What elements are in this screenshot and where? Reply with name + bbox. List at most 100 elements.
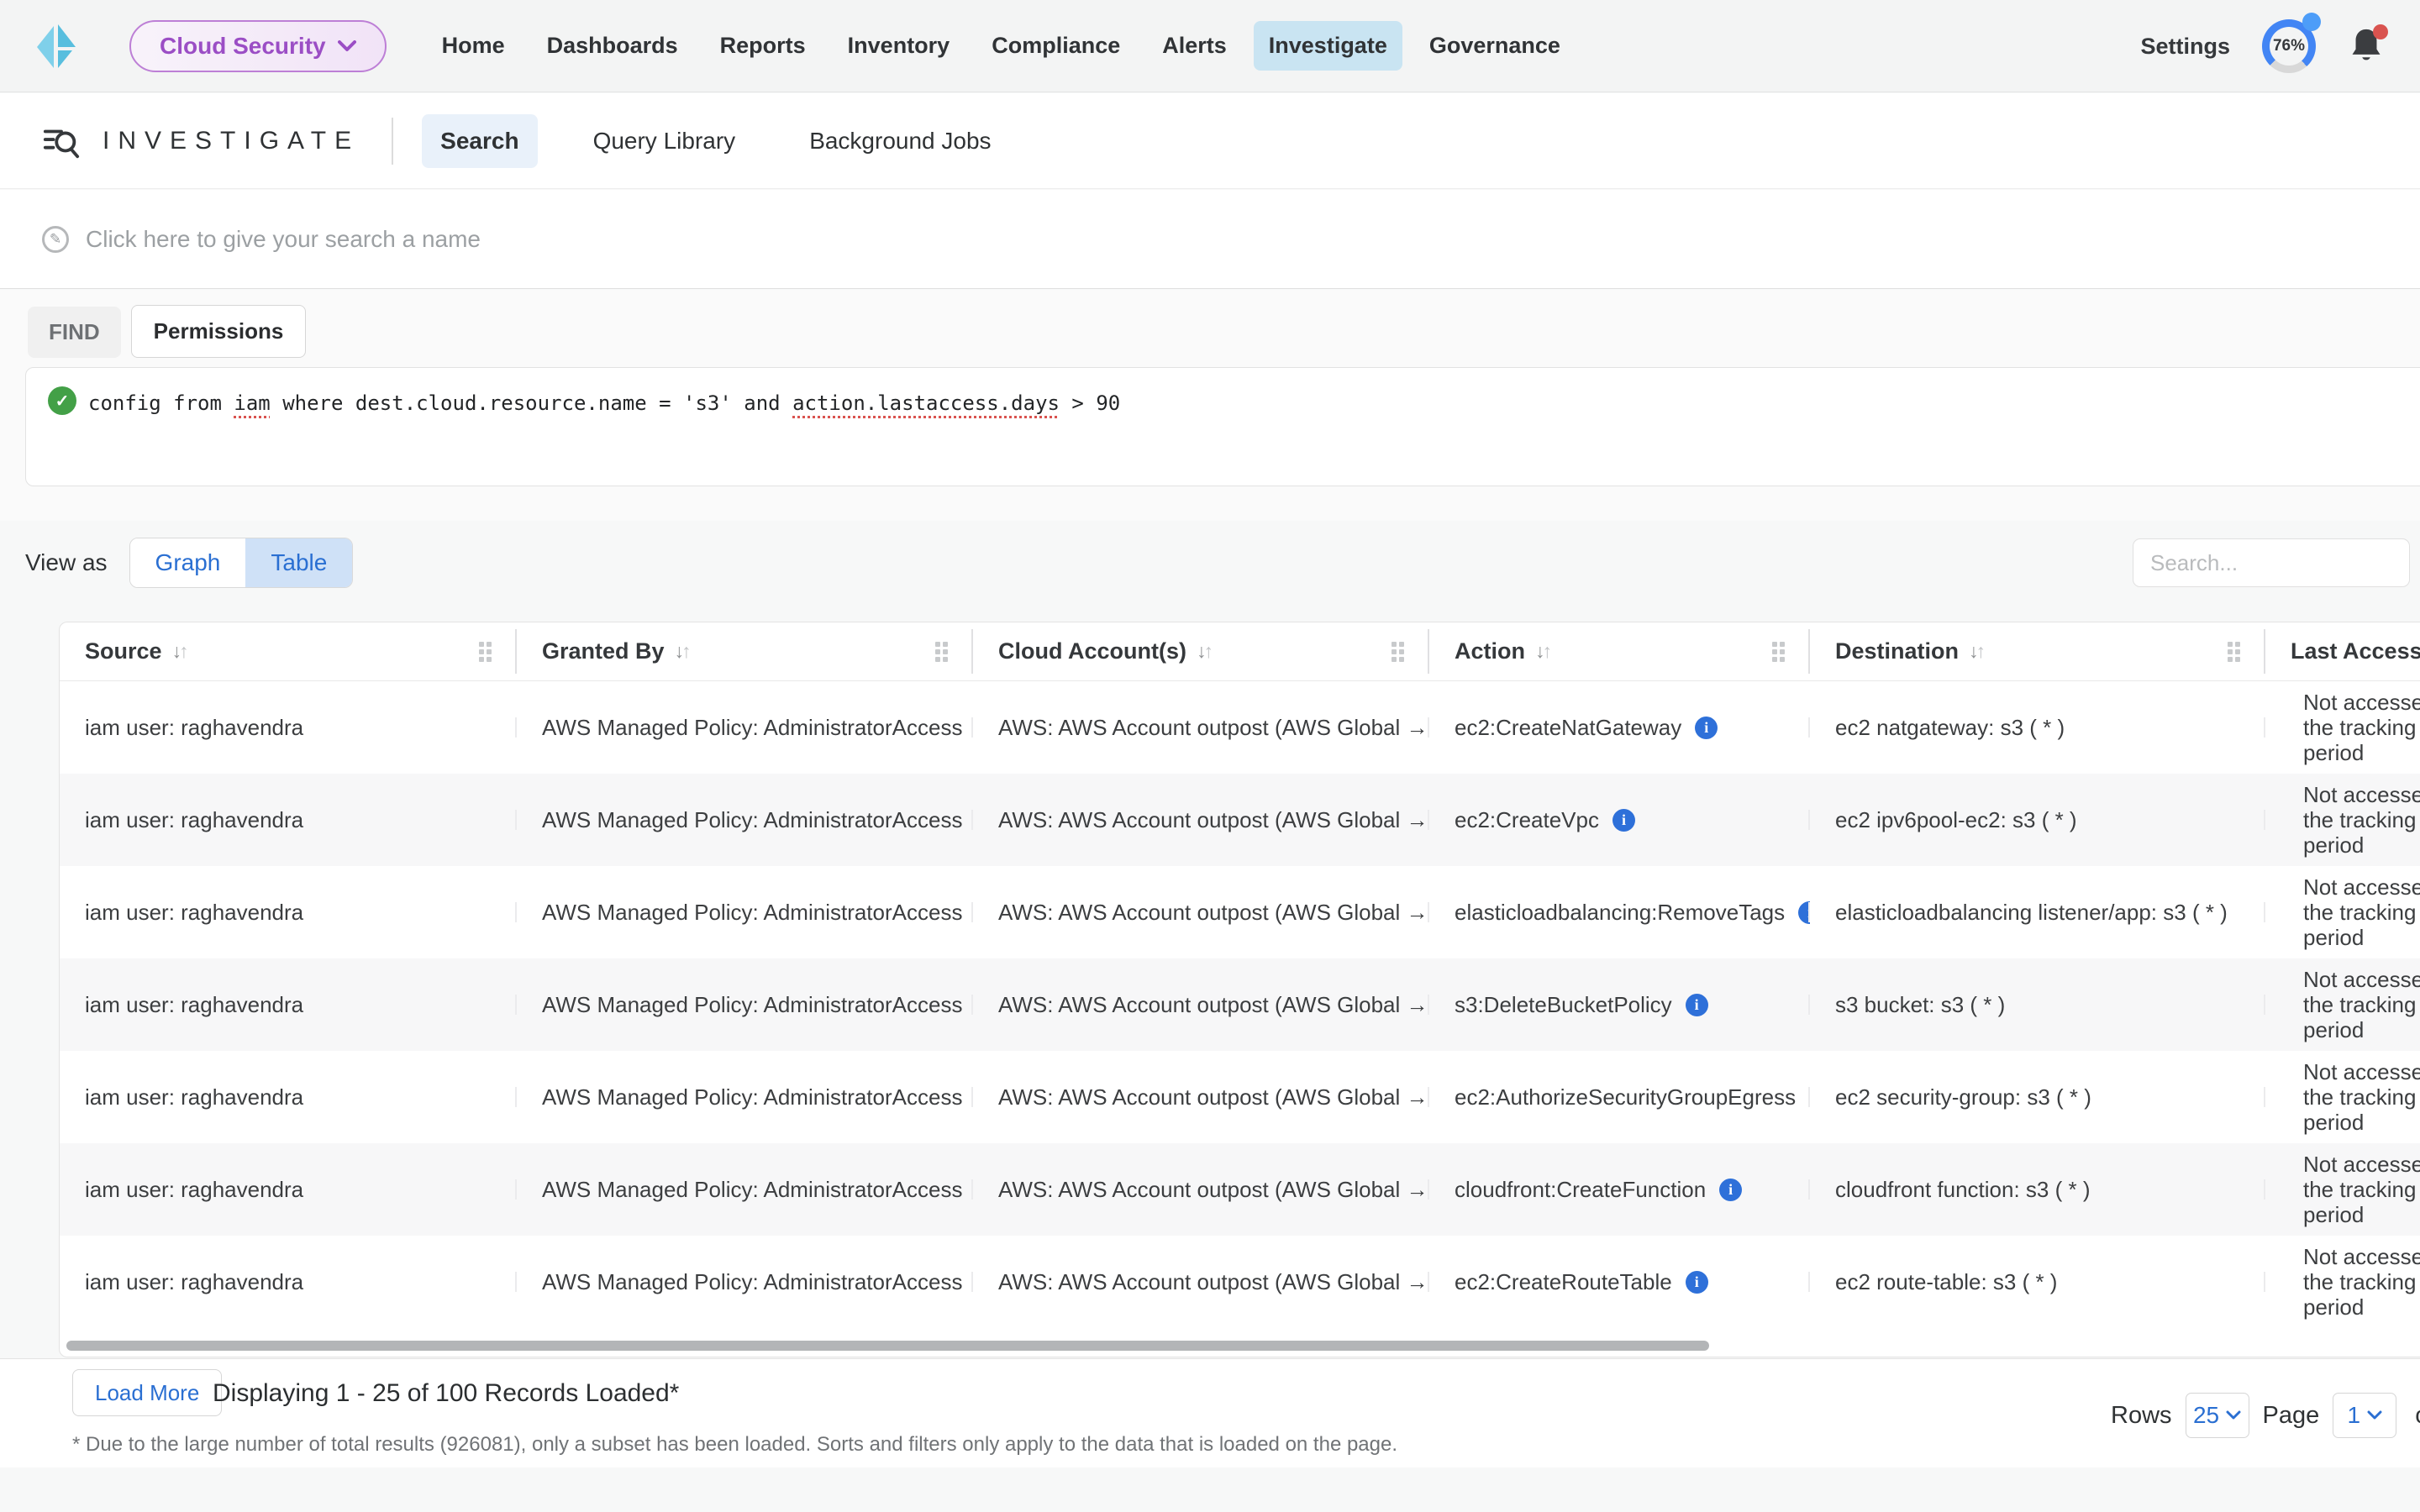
cell-text: AWS: AWS Account outpost (AWS Global → A…	[998, 992, 1429, 1018]
cell-last-access: Not accessed in the tracking period	[2265, 1152, 2420, 1227]
cell-text: ec2:CreateVpc	[1455, 807, 1599, 833]
column-drag-handle[interactable]	[1772, 642, 1785, 662]
table-row[interactable]: iam user: raghavendraAWS Managed Policy:…	[60, 866, 2420, 958]
column-label[interactable]: Cloud Account(s)	[998, 638, 1186, 664]
cell-text: ec2:CreateNatGateway	[1455, 715, 1681, 741]
load-more-button[interactable]: Load More	[72, 1369, 222, 1416]
cell-granted-by: AWS Managed Policy: AdministratorAccess	[517, 807, 973, 833]
main-nav: HomeDashboardsReportsInventoryCompliance…	[427, 21, 1576, 71]
investigate-tab-query-library[interactable]: Query Library	[575, 114, 755, 168]
query-editor[interactable]: ✓ config from iam where dest.cloud.resou…	[25, 367, 2420, 486]
table-row[interactable]: iam user: raghavendraAWS Managed Policy:…	[60, 1143, 2420, 1236]
info-icon[interactable]: i	[1686, 994, 1708, 1016]
page-select[interactable]: 1	[2333, 1393, 2396, 1438]
cell-action: cloudfront:CreateFunctioni	[1429, 1177, 1810, 1203]
query-tab-find[interactable]: FIND	[28, 307, 121, 358]
sort-icon[interactable]: ↓↑	[1535, 640, 1549, 663]
nav-item-inventory[interactable]: Inventory	[833, 21, 965, 71]
info-icon[interactable]: i	[1719, 1179, 1742, 1201]
page-value: 1	[2347, 1402, 2360, 1429]
column-label[interactable]: Source	[85, 638, 162, 664]
info-icon[interactable]: i	[1686, 1271, 1708, 1294]
cell-text: ec2:AuthorizeSecurityGroupEgress	[1455, 1084, 1796, 1110]
view-option-table[interactable]: Table	[245, 538, 352, 587]
cell-text: AWS: AWS Account outpost (AWS Global → A…	[998, 715, 1429, 741]
query-term: where dest.cloud.resource.name = 's3' an…	[271, 391, 792, 415]
progress-ring[interactable]: 76%	[2262, 19, 2316, 73]
column-label[interactable]: Action	[1455, 638, 1525, 664]
cell-source: iam user: raghavendra	[60, 1084, 517, 1110]
nav-item-dashboards[interactable]: Dashboards	[532, 21, 693, 71]
query-tab-permissions[interactable]: Permissions	[131, 305, 307, 358]
info-icon[interactable]: i	[1695, 717, 1718, 739]
cell-text: AWS: AWS Account outpost (AWS Global → A…	[998, 1084, 1429, 1110]
investigate-tab-search[interactable]: Search	[422, 114, 537, 168]
cell-text: s3 bucket: s3 ( * )	[1835, 992, 2005, 1018]
nav-item-compliance[interactable]: Compliance	[976, 21, 1135, 71]
table-row[interactable]: iam user: raghavendraAWS Managed Policy:…	[60, 958, 2420, 1051]
table-row[interactable]: iam user: raghavendraAWS Managed Policy:…	[60, 1051, 2420, 1143]
cell-action: ec2:CreateNatGateway i	[1429, 715, 1810, 741]
rows-label: Rows	[2111, 1402, 2172, 1430]
search-name-placeholder: Click here to give your search a name	[86, 226, 481, 253]
column-label[interactable]: Granted By	[542, 638, 665, 664]
column-drag-handle[interactable]	[935, 642, 948, 662]
info-icon[interactable]: i	[1612, 809, 1635, 832]
cell-source: iam user: raghavendra	[60, 1177, 517, 1203]
cell-text: iam user: raghavendra	[85, 1084, 303, 1110]
nav-item-governance[interactable]: Governance	[1414, 21, 1576, 71]
chevron-down-icon	[338, 40, 356, 52]
table-header-row: Source ↓↑ Granted By ↓↑ Cloud Account(s) ↓↑ Ac…	[60, 622, 2420, 681]
table-row[interactable]: iam user: raghavendraAWS Managed Policy:…	[60, 774, 2420, 866]
cell-text: iam user: raghavendra	[85, 715, 303, 741]
query-term-underlined: action.lastaccess.days	[792, 391, 1060, 415]
cell-text: Not accessed in the tracking period	[2303, 690, 2420, 765]
search-name-row[interactable]: ✎ Click here to give your search a name	[0, 190, 2420, 289]
column-drag-handle[interactable]	[479, 642, 492, 662]
investigate-tab-background-jobs[interactable]: Background Jobs	[791, 114, 1009, 168]
sort-icon[interactable]: ↓↑	[1197, 640, 1211, 663]
column-label[interactable]: Destination	[1835, 638, 1959, 664]
cell-text: Not accessed in the tracking period	[2303, 782, 2420, 858]
query-term: config from	[88, 391, 234, 415]
table-search-input[interactable]	[2150, 550, 2420, 576]
nav-item-alerts[interactable]: Alerts	[1147, 21, 1242, 71]
query-section: FINDPermissions ✓ config from iam where …	[0, 290, 2420, 521]
info-icon[interactable]: i	[1798, 901, 1810, 924]
cell-text: AWS: AWS Account outpost (AWS Global → A…	[998, 900, 1429, 926]
cell-cloud-account: AWS: AWS Account outpost (AWS Global → A…	[973, 992, 1429, 1018]
notifications-button[interactable]	[2348, 26, 2385, 66]
column-drag-handle[interactable]	[2228, 642, 2240, 662]
investigate-header: INVESTIGATE SearchQuery LibraryBackgroun…	[0, 93, 2420, 189]
table-search-box[interactable]: ✕	[2133, 538, 2410, 587]
query-text[interactable]: config from iam where dest.cloud.resourc…	[88, 389, 2396, 417]
cell-text: iam user: raghavendra	[85, 900, 303, 926]
sort-icon[interactable]: ↓↑	[1969, 640, 1983, 663]
edit-pencil-icon: ✎	[42, 226, 69, 253]
nav-item-home[interactable]: Home	[427, 21, 520, 71]
view-option-graph[interactable]: Graph	[130, 538, 246, 587]
scrollbar-thumb[interactable]	[66, 1341, 1709, 1351]
cell-source: iam user: raghavendra	[60, 900, 517, 926]
table-row[interactable]: iam user: raghavendraAWS Managed Policy:…	[60, 681, 2420, 774]
nav-item-investigate[interactable]: Investigate	[1254, 21, 1402, 71]
horizontal-scrollbar[interactable]	[60, 1338, 2420, 1353]
nav-item-reports[interactable]: Reports	[705, 21, 821, 71]
rows-per-page-select[interactable]: 25	[2186, 1393, 2249, 1438]
table-row[interactable]: iam user: raghavendraAWS Managed Policy:…	[60, 1236, 2420, 1328]
product-switcher[interactable]: Cloud Security	[129, 20, 387, 72]
cell-granted-by: AWS Managed Policy: AdministratorAccess	[517, 1177, 973, 1203]
notification-badge-dot	[2373, 24, 2388, 39]
cell-last-access: Not accessed in the tracking period	[2265, 1244, 2420, 1320]
column-drag-handle[interactable]	[1392, 642, 1404, 662]
investigate-tabs: Search Query Library Background Jobs	[422, 114, 1009, 168]
cell-text: cloudfront function: s3 ( * )	[1835, 1177, 2090, 1203]
settings-button[interactable]: Settings	[2140, 34, 2230, 60]
cell-destination: cloudfront function: s3 ( * )	[1810, 1177, 2265, 1203]
navbar-right: Settings 76%	[2140, 0, 2385, 92]
sort-icon[interactable]: ↓↑	[675, 640, 689, 663]
sort-icon[interactable]: ↓↑	[172, 640, 187, 663]
column-label[interactable]: Last Access	[2291, 638, 2420, 664]
prisma-cloud-logo-icon[interactable]	[35, 19, 89, 73]
column-header-destination: Destination ↓↑	[1810, 622, 2265, 680]
